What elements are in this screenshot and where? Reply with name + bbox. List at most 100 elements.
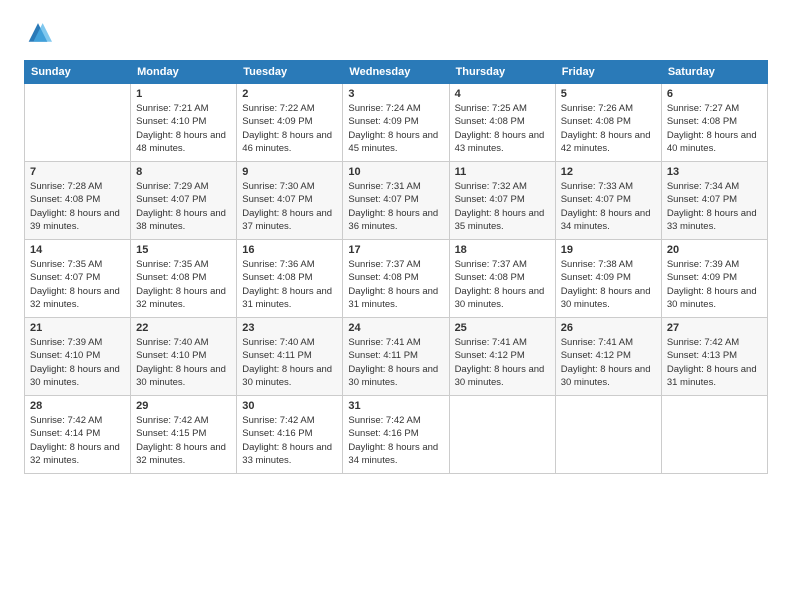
calendar-cell: 3Sunrise: 7:24 AMSunset: 4:09 PMDaylight… (343, 84, 449, 162)
day-info: Sunrise: 7:37 AMSunset: 4:08 PMDaylight:… (455, 258, 550, 311)
day-info: Sunrise: 7:41 AMSunset: 4:11 PMDaylight:… (348, 336, 443, 389)
day-number: 29 (136, 400, 231, 412)
day-info: Sunrise: 7:22 AMSunset: 4:09 PMDaylight:… (242, 102, 337, 155)
day-info: Sunrise: 7:39 AMSunset: 4:09 PMDaylight:… (667, 258, 762, 311)
calendar-cell: 9 Sunrise: 7:30 AMSunset: 4:07 PMDaylight… (237, 162, 343, 240)
calendar-header: SundayMondayTuesdayWednesdayThursdayFrid… (25, 61, 768, 84)
day-info: Sunrise: 7:41 AMSunset: 4:12 PMDaylight:… (561, 336, 656, 389)
calendar-cell (555, 396, 661, 474)
calendar-cell: 31Sunrise: 7:42 AMSunset: 4:16 PMDayligh… (343, 396, 449, 474)
calendar-cell: 6 Sunrise: 7:27 AMSunset: 4:08 PMDaylight… (661, 84, 767, 162)
day-info: Sunrise: 7:27 AMSunset: 4:08 PMDaylight:… (667, 102, 762, 155)
day-number: 14 (30, 244, 125, 256)
day-info: Sunrise: 7:40 AMSunset: 4:10 PMDaylight:… (136, 336, 231, 389)
calendar-cell: 5Sunrise: 7:26 AMSunset: 4:08 PMDaylight… (555, 84, 661, 162)
day-number: 1 (136, 88, 231, 100)
day-number: 8 (136, 166, 231, 178)
day-number: 16 (242, 244, 337, 256)
day-number: 12 (561, 166, 656, 178)
day-number: 18 (455, 244, 550, 256)
calendar-cell (25, 84, 131, 162)
day-number: 26 (561, 322, 656, 334)
calendar-cell: 2 Sunrise: 7:22 AMSunset: 4:09 PMDaylight… (237, 84, 343, 162)
calendar-cell: 12Sunrise: 7:33 AMSunset: 4:07 PMDayligh… (555, 162, 661, 240)
calendar-cell: 16 Sunrise: 7:36 AMSunset: 4:08 PMDayligh… (237, 240, 343, 318)
day-info: Sunrise: 7:42 AMSunset: 4:15 PMDaylight:… (136, 414, 231, 467)
day-info: Sunrise: 7:35 AMSunset: 4:07 PMDaylight:… (30, 258, 125, 311)
header-day-sunday: Sunday (25, 61, 131, 84)
day-info: Sunrise: 7:25 AMSunset: 4:08 PMDaylight:… (455, 102, 550, 155)
calendar-cell (449, 396, 555, 474)
day-info: Sunrise: 7:36 AMSunset: 4:08 PMDaylight:… (242, 258, 337, 311)
header-day-wednesday: Wednesday (343, 61, 449, 84)
calendar-cell: 28Sunrise: 7:42 AMSunset: 4:14 PMDayligh… (25, 396, 131, 474)
day-number: 25 (455, 322, 550, 334)
calendar-cell: 17Sunrise: 7:37 AMSunset: 4:08 PMDayligh… (343, 240, 449, 318)
header-row: SundayMondayTuesdayWednesdayThursdayFrid… (25, 61, 768, 84)
calendar-cell: 13Sunrise: 7:34 AMSunset: 4:07 PMDayligh… (661, 162, 767, 240)
day-info: Sunrise: 7:41 AMSunset: 4:12 PMDaylight:… (455, 336, 550, 389)
calendar-cell: 23Sunrise: 7:40 AMSunset: 4:11 PMDayligh… (237, 318, 343, 396)
day-info: Sunrise: 7:42 AMSunset: 4:13 PMDaylight:… (667, 336, 762, 389)
day-number: 24 (348, 322, 443, 334)
day-number: 30 (242, 400, 337, 412)
day-number: 19 (561, 244, 656, 256)
header-day-thursday: Thursday (449, 61, 555, 84)
calendar-cell: 14 Sunrise: 7:35 AMSunset: 4:07 PMDayligh… (25, 240, 131, 318)
day-number: 3 (348, 88, 443, 100)
calendar-cell: 19 Sunrise: 7:38 AMSunset: 4:09 PMDayligh… (555, 240, 661, 318)
day-number: 27 (667, 322, 762, 334)
header (24, 20, 768, 48)
day-info: Sunrise: 7:35 AMSunset: 4:08 PMDaylight:… (136, 258, 231, 311)
calendar-cell: 10 Sunrise: 7:31 AMSunset: 4:07 PMDayligh… (343, 162, 449, 240)
day-number: 9 (242, 166, 337, 178)
header-day-saturday: Saturday (661, 61, 767, 84)
week-row-4: 28Sunrise: 7:42 AMSunset: 4:14 PMDayligh… (25, 396, 768, 474)
day-info: Sunrise: 7:38 AMSunset: 4:09 PMDaylight:… (561, 258, 656, 311)
header-day-monday: Monday (131, 61, 237, 84)
calendar-cell: 21Sunrise: 7:39 AMSunset: 4:10 PMDayligh… (25, 318, 131, 396)
day-number: 22 (136, 322, 231, 334)
logo (24, 20, 56, 48)
week-row-0: 1 Sunrise: 7:21 AMSunset: 4:10 PMDaylight… (25, 84, 768, 162)
day-number: 15 (136, 244, 231, 256)
day-info: Sunrise: 7:39 AMSunset: 4:10 PMDaylight:… (30, 336, 125, 389)
week-row-1: 7 Sunrise: 7:28 AMSunset: 4:08 PMDaylight… (25, 162, 768, 240)
day-number: 11 (455, 166, 550, 178)
calendar-cell: 11 Sunrise: 7:32 AMSunset: 4:07 PMDayligh… (449, 162, 555, 240)
calendar-cell: 24 Sunrise: 7:41 AMSunset: 4:11 PMDayligh… (343, 318, 449, 396)
day-info: Sunrise: 7:40 AMSunset: 4:11 PMDaylight:… (242, 336, 337, 389)
day-number: 10 (348, 166, 443, 178)
week-row-3: 21Sunrise: 7:39 AMSunset: 4:10 PMDayligh… (25, 318, 768, 396)
logo-icon (24, 20, 52, 48)
day-info: Sunrise: 7:34 AMSunset: 4:07 PMDaylight:… (667, 180, 762, 233)
day-info: Sunrise: 7:21 AMSunset: 4:10 PMDaylight:… (136, 102, 231, 155)
calendar-cell: 1 Sunrise: 7:21 AMSunset: 4:10 PMDaylight… (131, 84, 237, 162)
day-number: 7 (30, 166, 125, 178)
calendar-cell: 30 Sunrise: 7:42 AMSunset: 4:16 PMDayligh… (237, 396, 343, 474)
day-info: Sunrise: 7:42 AMSunset: 4:16 PMDaylight:… (242, 414, 337, 467)
calendar-cell: 26 Sunrise: 7:41 AMSunset: 4:12 PMDayligh… (555, 318, 661, 396)
day-number: 31 (348, 400, 443, 412)
calendar-cell: 20 Sunrise: 7:39 AMSunset: 4:09 PMDayligh… (661, 240, 767, 318)
day-number: 6 (667, 88, 762, 100)
day-info: Sunrise: 7:37 AMSunset: 4:08 PMDaylight:… (348, 258, 443, 311)
day-number: 2 (242, 88, 337, 100)
calendar-cell: 22 Sunrise: 7:40 AMSunset: 4:10 PMDayligh… (131, 318, 237, 396)
calendar-body: 1 Sunrise: 7:21 AMSunset: 4:10 PMDaylight… (25, 84, 768, 474)
day-number: 28 (30, 400, 125, 412)
calendar-cell: 18 Sunrise: 7:37 AMSunset: 4:08 PMDayligh… (449, 240, 555, 318)
calendar-cell: 27 Sunrise: 7:42 AMSunset: 4:13 PMDayligh… (661, 318, 767, 396)
day-info: Sunrise: 7:31 AMSunset: 4:07 PMDaylight:… (348, 180, 443, 233)
header-day-tuesday: Tuesday (237, 61, 343, 84)
day-number: 20 (667, 244, 762, 256)
day-info: Sunrise: 7:30 AMSunset: 4:07 PMDaylight:… (242, 180, 337, 233)
day-info: Sunrise: 7:28 AMSunset: 4:08 PMDaylight:… (30, 180, 125, 233)
day-info: Sunrise: 7:32 AMSunset: 4:07 PMDaylight:… (455, 180, 550, 233)
calendar-cell: 29 Sunrise: 7:42 AMSunset: 4:15 PMDayligh… (131, 396, 237, 474)
calendar-cell (661, 396, 767, 474)
week-row-2: 14 Sunrise: 7:35 AMSunset: 4:07 PMDayligh… (25, 240, 768, 318)
calendar-table: SundayMondayTuesdayWednesdayThursdayFrid… (24, 60, 768, 474)
calendar-cell: 7 Sunrise: 7:28 AMSunset: 4:08 PMDaylight… (25, 162, 131, 240)
page: SundayMondayTuesdayWednesdayThursdayFrid… (0, 0, 792, 612)
